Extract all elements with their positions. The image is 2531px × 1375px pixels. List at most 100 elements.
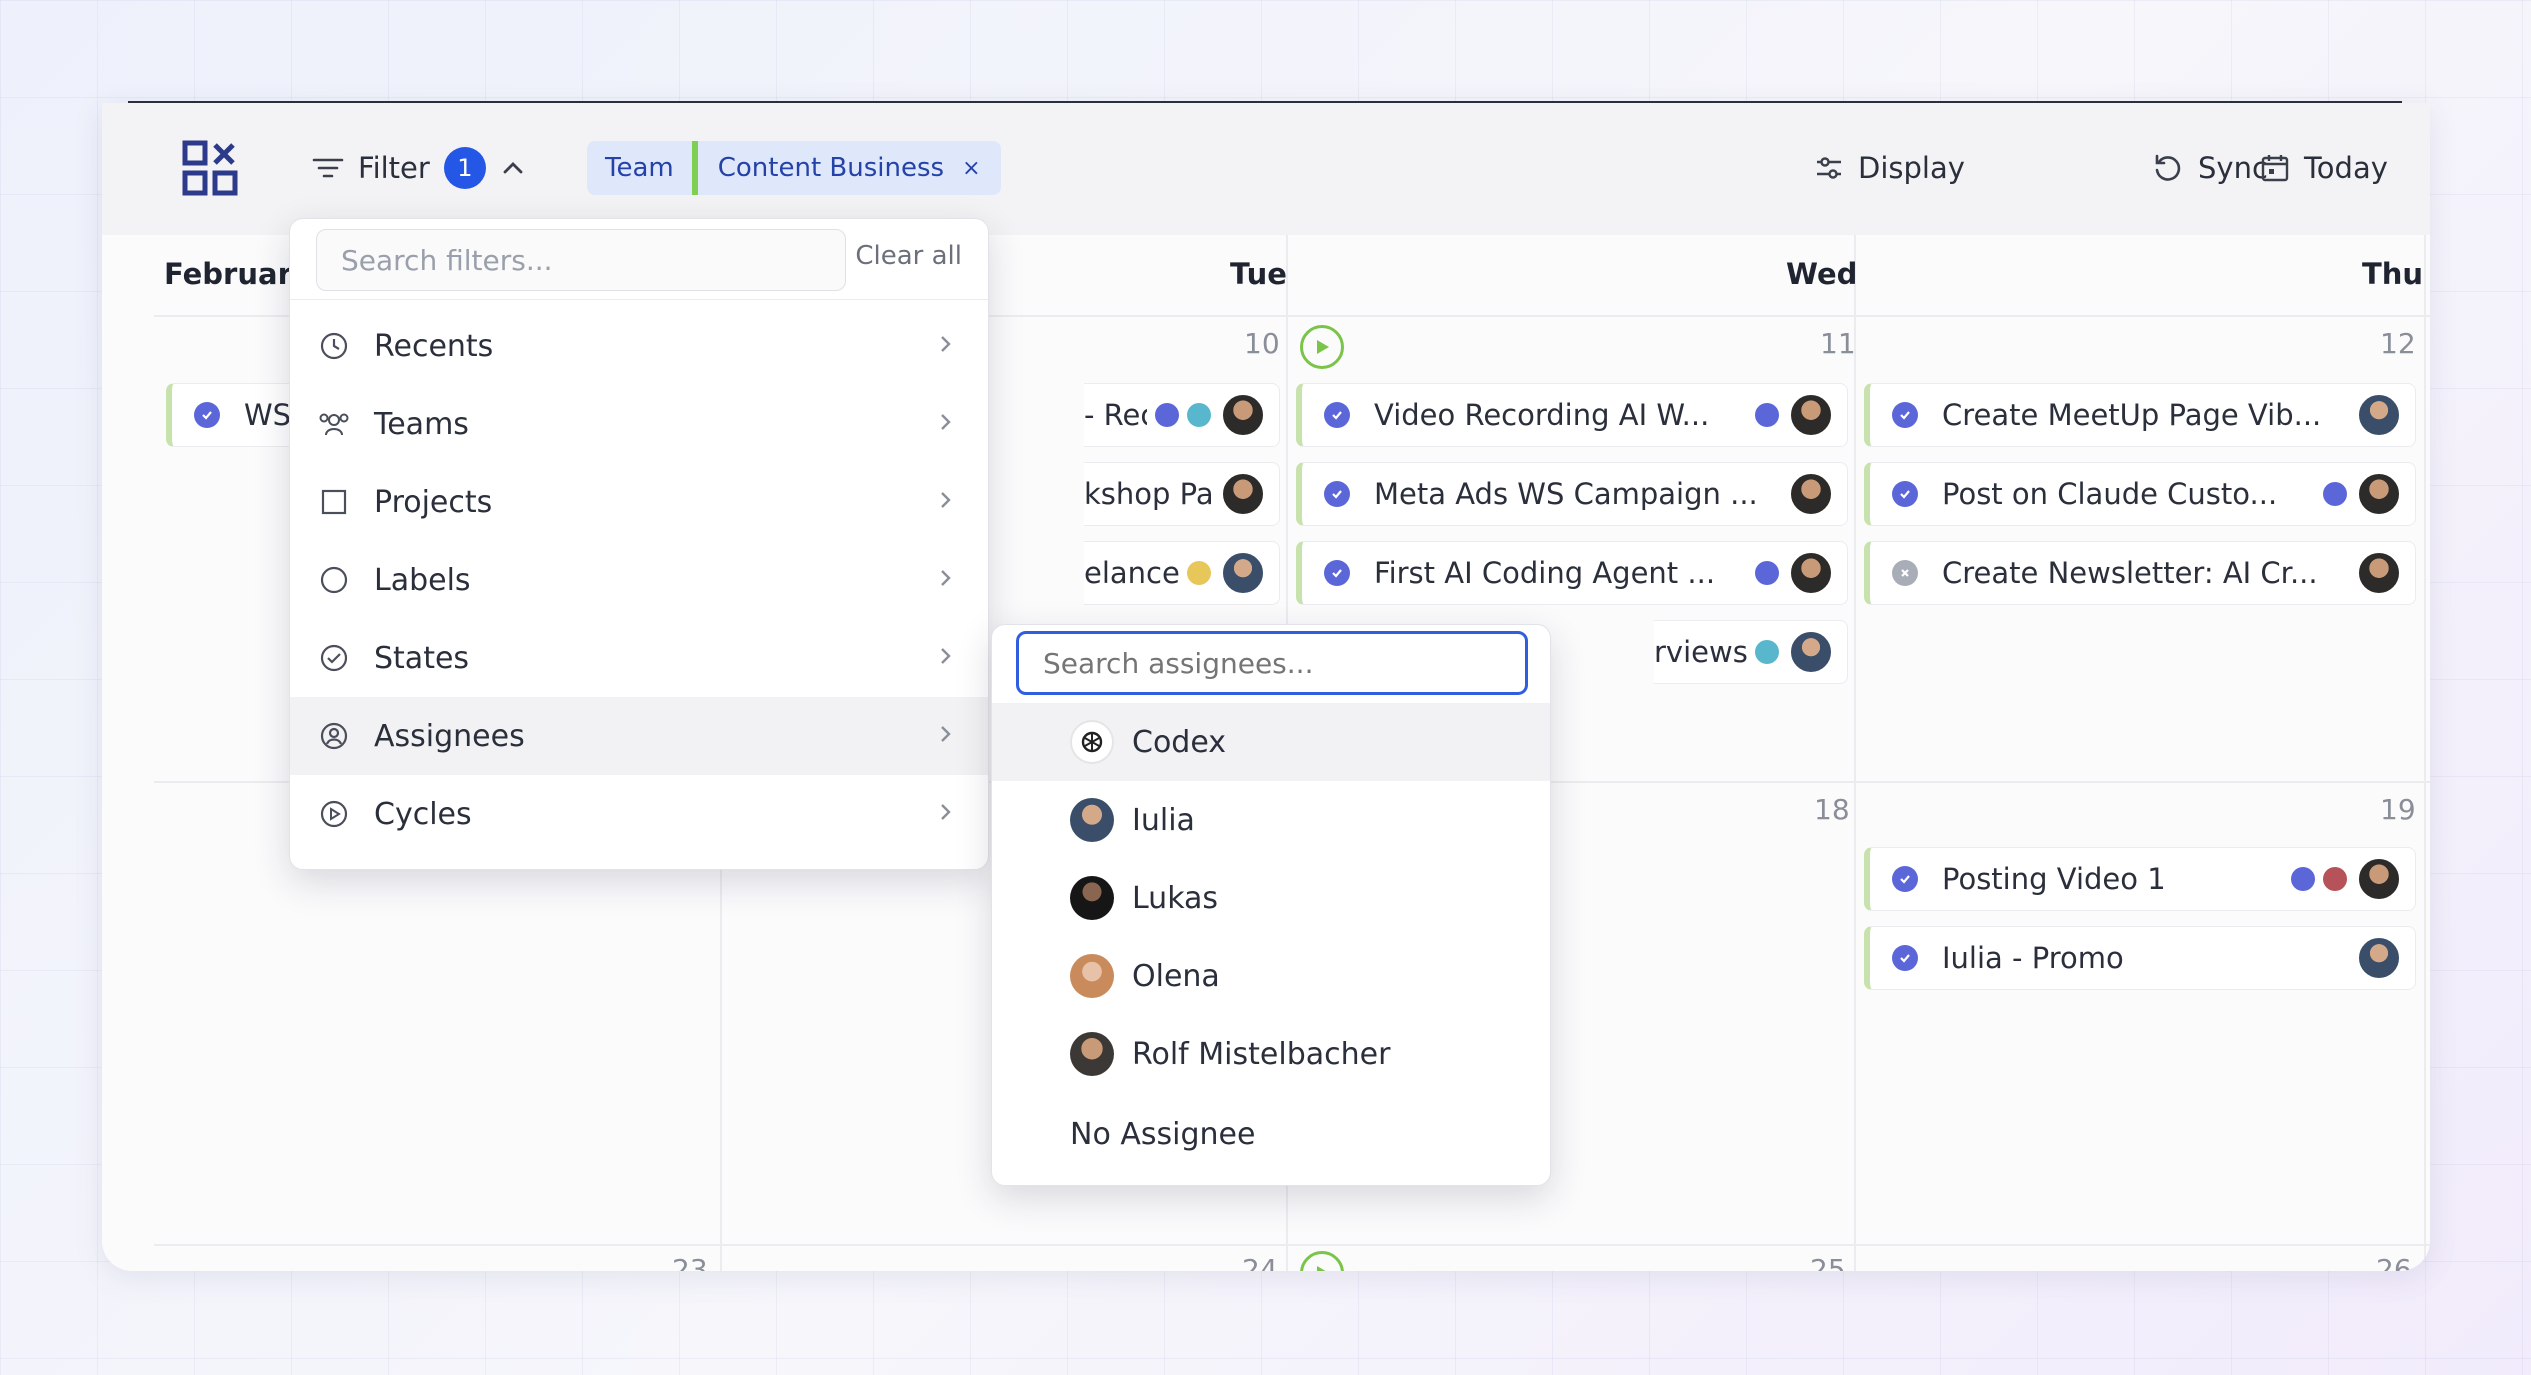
assignee-option-olena[interactable]: Olena — [992, 937, 1550, 1015]
avatar — [1070, 954, 1114, 998]
issue-card[interactable]: Iulia - Promo — [1864, 926, 2416, 990]
calendar-icon — [2261, 155, 2289, 182]
issue-title: elance (Ye... — [1084, 556, 1179, 590]
label-dot — [1755, 640, 1779, 664]
assignee-name: Codex — [1132, 724, 1227, 760]
done-check-icon — [1892, 945, 1918, 971]
assignee-option-codex[interactable]: Codex — [992, 703, 1550, 781]
sync-button[interactable]: Sync — [2152, 143, 2268, 193]
clock-icon — [318, 330, 350, 362]
filter-item-label: Labels — [374, 562, 471, 598]
display-button[interactable]: Display — [1814, 143, 1965, 193]
filter-item-cycles[interactable]: Cycles — [290, 775, 988, 853]
assignee-name: No Assignee — [1070, 1116, 1256, 1152]
label-dot — [1755, 403, 1779, 427]
done-check-icon — [1892, 481, 1918, 507]
issue-title: kshop Page — [1084, 477, 1211, 511]
assignee-option-rolf[interactable]: Rolf Mistelbacher — [992, 1015, 1550, 1093]
day-number: 11 — [1820, 327, 1856, 360]
issue-title: Video Recording AI W... — [1374, 398, 1710, 432]
filter-item-recents[interactable]: Recents — [290, 307, 988, 385]
filter-item-states[interactable]: States — [290, 619, 988, 697]
chevron-right-icon — [941, 414, 951, 430]
avatar — [1789, 393, 1833, 437]
issue-title: Posting Video 1 — [1942, 862, 2166, 896]
label-dot — [1155, 403, 1179, 427]
filter-label: Filter — [358, 151, 430, 185]
filter-item-projects[interactable]: Projects — [290, 463, 988, 541]
column-header-tue: Tue — [1230, 257, 1287, 291]
filter-icon — [312, 158, 344, 178]
canceled-x-icon — [1892, 560, 1918, 586]
chevron-right-icon — [941, 648, 951, 664]
filter-item-teams[interactable]: Teams — [290, 385, 988, 463]
column-divider — [1854, 235, 1856, 1271]
cycle-play-icon[interactable] — [1300, 325, 1344, 369]
assignee-option-iulia[interactable]: Iulia — [992, 781, 1550, 859]
chip-value-label: Content Business — [717, 153, 945, 183]
avatar — [2357, 936, 2401, 980]
issue-title: Iulia - Promo — [1942, 941, 2124, 975]
issue-card[interactable]: Posting Video 1 — [1864, 847, 2416, 911]
chip-team-label: Team — [605, 153, 674, 183]
check-circle-icon — [318, 642, 350, 674]
issue-card[interactable]: Meta Ads WS Campaign ... — [1296, 462, 1848, 526]
issue-card[interactable]: kshop Page — [1084, 462, 1280, 526]
today-label: Today — [2304, 151, 2388, 185]
issue-card[interactable]: rviews Im... — [1654, 620, 1848, 684]
done-check-icon — [1324, 481, 1350, 507]
avatar — [1070, 876, 1114, 920]
assignee-name: Olena — [1132, 958, 1220, 994]
assignee-option-none[interactable]: No Assignee — [992, 1095, 1550, 1173]
issue-card[interactable]: Create MeetUp Page Vib... — [1864, 383, 2416, 447]
day-number: 23 — [672, 1253, 708, 1271]
day-number: 10 — [1244, 327, 1280, 360]
app-logo-icon[interactable] — [182, 140, 238, 196]
issue-card[interactable]: Create Newsletter: AI Cr... — [1864, 541, 2416, 605]
label-dot — [1755, 561, 1779, 585]
issue-card[interactable]: - Recre... — [1084, 383, 1280, 447]
filter-item-label: Cycles — [374, 796, 472, 832]
day-number: 19 — [2380, 793, 2416, 826]
assignee-search-input[interactable] — [1016, 631, 1528, 695]
week-divider — [154, 1244, 2430, 1246]
filter-item-assignees[interactable]: Assignees — [290, 697, 988, 775]
chevron-right-icon — [941, 804, 951, 820]
avatar — [2357, 551, 2401, 595]
assignee-name: Lukas — [1132, 880, 1219, 916]
issue-title: - Recre... — [1084, 398, 1147, 432]
sliders-icon — [1817, 157, 1841, 179]
issue-title: Meta Ads WS Campaign ... — [1374, 477, 1758, 511]
column-header-thu: Thu — [2362, 257, 2424, 291]
filter-item-labels[interactable]: Labels — [290, 541, 988, 619]
issue-card[interactable]: Post on Claude Custo... — [1864, 462, 2416, 526]
chevron-up-icon[interactable] — [500, 155, 526, 181]
issue-title: First AI Coding Agent ... — [1374, 556, 1716, 590]
filter-dropdown: Search filters... Clear all Recents Team… — [289, 218, 989, 870]
filter-button[interactable]: Filter 1 — [312, 143, 526, 193]
cycle-play-icon[interactable] — [1300, 1251, 1344, 1271]
issue-card[interactable]: Video Recording AI W... — [1296, 383, 1848, 447]
team-filter-chip[interactable]: Team Content Business × — [587, 141, 1001, 195]
assignee-option-lukas[interactable]: Lukas — [992, 859, 1550, 937]
filter-item-label: Teams — [374, 406, 469, 442]
day-number: 12 — [2380, 327, 2416, 360]
square-icon — [318, 486, 350, 518]
chevron-right-icon — [941, 492, 951, 508]
filter-search-input[interactable]: Search filters... — [316, 229, 846, 291]
done-check-icon — [1324, 560, 1350, 586]
label-dot — [2323, 482, 2347, 506]
issue-card[interactable]: First AI Coding Agent ... — [1296, 541, 1848, 605]
chip-value: Content Business × — [698, 141, 1001, 195]
chip-remove-icon[interactable]: × — [962, 156, 980, 181]
issue-title: rviews Im... — [1654, 635, 1747, 669]
issue-title: Create Newsletter: AI Cr... — [1942, 556, 2318, 590]
today-button[interactable]: Today — [2260, 143, 2388, 193]
filter-item-label: Assignees — [374, 718, 525, 754]
teams-icon — [318, 408, 350, 440]
divider — [290, 299, 988, 300]
clear-all-button[interactable]: Clear all — [855, 241, 962, 271]
user-circle-icon — [318, 720, 350, 752]
issue-title: Post on Claude Custo... — [1942, 477, 2278, 511]
issue-card[interactable]: elance (Ye... — [1084, 541, 1280, 605]
